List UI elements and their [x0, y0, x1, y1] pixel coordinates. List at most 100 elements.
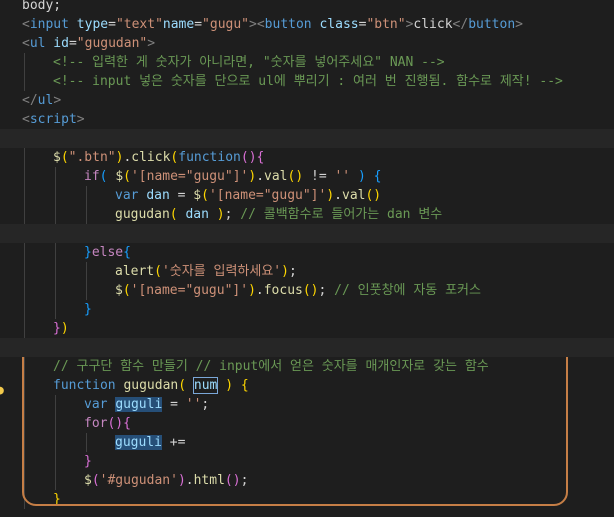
code-token: (): [365, 188, 382, 203]
code-token: guguli: [115, 397, 163, 412]
lightbulb-icon[interactable]: ●: [0, 384, 6, 398]
indent-guide: [86, 186, 87, 205]
code-token: ;: [240, 473, 249, 488]
code-content: }): [53, 319, 69, 338]
code-content: var dan = $('[name="gugu"]').val(): [115, 186, 381, 205]
code-token: for: [84, 416, 108, 431]
code-token: $: [84, 473, 92, 488]
code-content: function gugudan( num ) {: [53, 376, 249, 395]
code-token: <: [22, 112, 30, 127]
code-content: }: [84, 452, 92, 471]
indent-guide: [24, 53, 25, 72]
code-token: <: [22, 36, 30, 51]
code-content: // 구구단 함수 만들기 // input에서 얻은 숫자를 매개인자로 갖는…: [53, 357, 489, 376]
code-token: $: [193, 188, 202, 203]
indent-guide: [24, 395, 25, 414]
code-content: guguli +=: [115, 433, 185, 452]
code-line: }): [0, 319, 614, 338]
code-token: name: [162, 17, 195, 32]
indent-guide: [55, 414, 56, 433]
code-token: '숫자를 입력하세요': [161, 264, 282, 279]
code-token: .: [185, 473, 194, 488]
indent-guide: [24, 471, 25, 490]
code-token: body;: [22, 0, 62, 13]
code-token: gugudan: [115, 207, 170, 222]
indent-guide: [24, 167, 25, 186]
code-token: ): [326, 188, 335, 203]
code-token: >: [147, 36, 156, 51]
indent-guide: [55, 452, 56, 471]
code-content: $('[name="gugu"]').focus(); // 인풋창에 자동 포…: [115, 281, 481, 300]
code-token: ): [177, 473, 186, 488]
code-token: ;: [318, 283, 335, 298]
indent-guide: [24, 433, 25, 452]
indent-guide: [24, 452, 25, 471]
code-editor[interactable]: body; <input type="text"name="gugu"><butt…: [0, 0, 614, 517]
code-token: num: [192, 377, 219, 394]
code-token: "btn": [366, 17, 406, 32]
code-token: '[name="gugu"]': [208, 188, 327, 203]
code-content: }: [53, 490, 61, 509]
code-token: ".btn": [68, 150, 116, 165]
code-line: // 구구단 함수 만들기 // input에서 얻은 숫자를 매개인자로 갖는…: [0, 357, 614, 376]
code-token: (): [107, 416, 124, 431]
indent-guide: [86, 281, 87, 300]
indent-guide: [86, 433, 87, 452]
code-line: body;: [0, 0, 614, 15]
code-token: val: [342, 188, 366, 203]
code-token: '': [185, 397, 202, 412]
indent-guide: [24, 376, 25, 395]
code-token: }: [84, 302, 92, 317]
code-token: button: [264, 17, 312, 32]
code-content: $(".btn").click(function(){: [53, 148, 264, 167]
code-token: }: [53, 492, 61, 507]
indent-guide: [24, 357, 25, 376]
code-line: gugudan( dan ); // 콜백함수로 들어가는 dan 변수: [0, 205, 614, 224]
code-token: (): [287, 169, 304, 184]
indent-guide: [55, 186, 56, 205]
code-token: >: [53, 93, 62, 108]
code-line: <!-- input 넣은 숫자를 단으로 ul에 뿌리기 : 여러 번 진행됨…: [0, 72, 614, 91]
indent-guide: [24, 490, 25, 509]
code-line: for(){: [0, 414, 614, 433]
code-token: .: [255, 283, 264, 298]
blank-line: [0, 129, 614, 148]
code-content: }: [84, 300, 92, 319]
code-token: =: [162, 397, 186, 412]
indent-guide: [24, 319, 25, 338]
code-line: </ul>: [0, 91, 614, 110]
code-line: $('[name="gugu"]').focus(); // 인풋창에 자동 포…: [0, 281, 614, 300]
indent-guide: [55, 205, 56, 224]
indent-guide: [55, 300, 56, 319]
code-token: {: [373, 169, 382, 184]
code-token: if: [84, 169, 100, 184]
indent-guide: [86, 205, 87, 224]
code-token: ): [248, 283, 256, 298]
code-token: >: [76, 112, 85, 127]
code-line: <script>: [0, 110, 614, 129]
code-line: }: [0, 452, 614, 471]
indent-guide: [24, 262, 25, 281]
code-token: $: [115, 283, 123, 298]
code-token: '#gugudan': [99, 473, 178, 488]
code-content: <input type="text"name="gugu"><button cl…: [22, 15, 523, 34]
code-token: script: [29, 112, 77, 127]
code-token: click: [131, 150, 171, 165]
code-token: // 인풋창에 자동 포커스: [334, 283, 481, 298]
code-line: }: [0, 490, 614, 509]
indent-guide: [24, 281, 25, 300]
code-token: dan: [146, 188, 170, 203]
code-token: =: [194, 17, 203, 32]
code-token: ): [60, 321, 69, 336]
code-token: (: [60, 150, 69, 165]
indent-guide: [24, 205, 25, 224]
code-token: <!-- 입력한 게 숫자가 아니라면, "숫자를 넣어주세요" NAN -->: [53, 55, 445, 70]
code-token: val: [264, 169, 288, 184]
code-token: {: [123, 245, 131, 260]
indent-guide: [55, 471, 56, 490]
code-token: <!-- input 넣은 숫자를 단으로 ul에 뿌리기 : 여러 번 진행됨…: [53, 74, 563, 89]
code-token: =: [108, 17, 116, 32]
code-token: ul: [29, 36, 46, 51]
